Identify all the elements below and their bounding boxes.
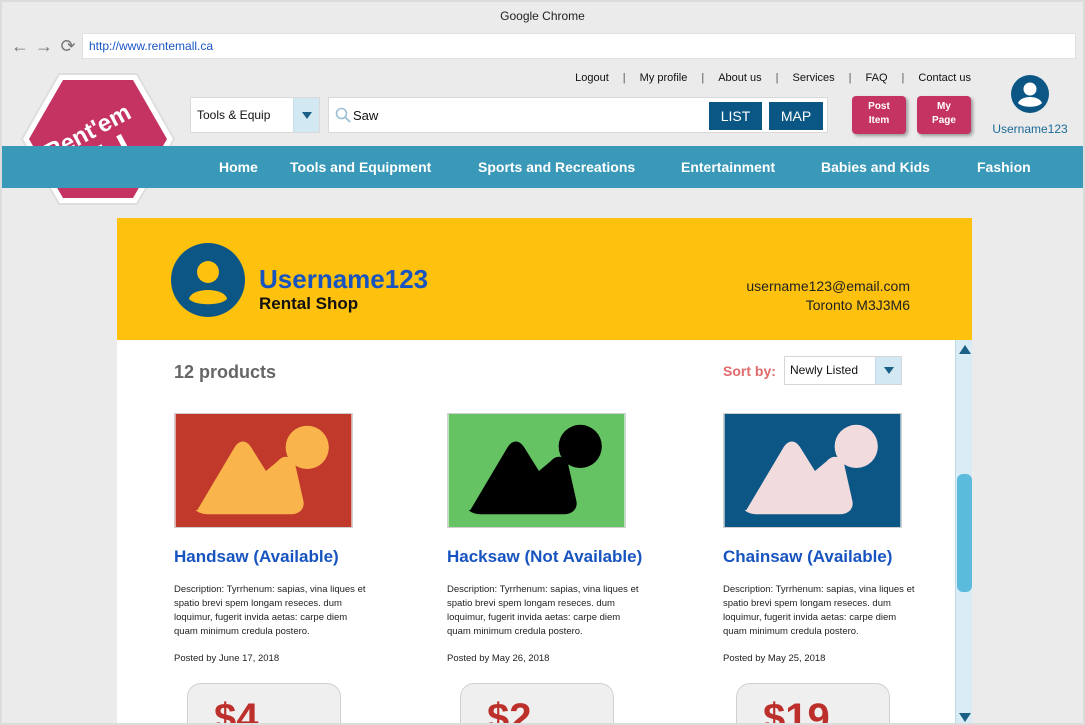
- separator: |: [622, 72, 626, 84]
- image-placeholder-icon[interactable]: [447, 413, 626, 528]
- top-links: Logout | My profile | About us | Service…: [575, 72, 971, 84]
- contact-us-link[interactable]: Contact us: [918, 72, 971, 84]
- forward-arrow-icon[interactable]: →: [34, 36, 54, 56]
- shop-panel: Username123 Rental Shop username123@emai…: [117, 218, 972, 723]
- shop-type: Rental Shop: [259, 294, 359, 313]
- scroll-down-arrow-icon[interactable]: [957, 710, 972, 723]
- window-title: Google Chrome: [500, 9, 585, 23]
- sort-value: Newly Listed: [790, 363, 859, 377]
- user-avatar-icon: [1011, 75, 1049, 113]
- product-card[interactable]: Hacksaw (Not Available) Description: Tyr…: [447, 413, 707, 723]
- my-page-button[interactable]: My Page: [917, 96, 971, 134]
- username-label: Username123: [992, 122, 1068, 136]
- post-item-label-line2: Item: [868, 115, 890, 126]
- chevron-down-icon[interactable]: [293, 98, 319, 132]
- main-nav: Home Tools and Equipment Sports and Recr…: [2, 146, 1083, 188]
- nav-babies-and-kids[interactable]: Babies and Kids: [821, 146, 930, 188]
- separator: |: [701, 72, 705, 84]
- browser-nav-buttons: ← → ⟳: [10, 36, 78, 56]
- product-description: Description: Tyrrhenum: sapias, vina liq…: [723, 584, 915, 637]
- sort-select[interactable]: Newly Listed: [784, 356, 902, 385]
- profile-header: Username123 Rental Shop username123@emai…: [117, 218, 972, 340]
- sort-label: Sort by:: [723, 363, 776, 379]
- map-view-button[interactable]: MAP: [769, 102, 823, 130]
- shop-avatar-icon: [171, 243, 245, 317]
- address-bar[interactable]: http://www.rentemall.ca: [82, 33, 1076, 59]
- product-posted-date: Posted by June 17, 2018: [174, 653, 280, 664]
- product-title[interactable]: Hacksaw (Not Available): [447, 547, 642, 567]
- category-select[interactable]: Tools & Equip: [190, 97, 320, 133]
- search-input[interactable]: [353, 103, 703, 127]
- user-menu[interactable]: Username123: [992, 75, 1068, 136]
- image-placeholder-icon[interactable]: [174, 413, 353, 528]
- content-scrollbar[interactable]: [955, 340, 972, 723]
- nav-home[interactable]: Home: [219, 146, 258, 188]
- about-us-link[interactable]: About us: [718, 72, 761, 84]
- separator: |: [775, 72, 779, 84]
- product-card[interactable]: Chainsaw (Available) Description: Tyrrhe…: [723, 413, 972, 723]
- post-item-label-line1: Post: [868, 101, 890, 112]
- product-price: $2: [460, 683, 614, 723]
- chevron-down-icon[interactable]: [875, 357, 901, 384]
- services-link[interactable]: Services: [792, 72, 834, 84]
- product-card[interactable]: Handsaw (Available) Description: Tyrrhen…: [174, 413, 434, 723]
- list-view-button[interactable]: LIST: [709, 102, 762, 130]
- separator: |: [901, 72, 905, 84]
- faq-link[interactable]: FAQ: [866, 72, 888, 84]
- scrollbar-thumb[interactable]: [957, 474, 972, 592]
- product-posted-date: Posted by May 25, 2018: [723, 653, 826, 664]
- scroll-up-arrow-icon[interactable]: [957, 342, 972, 357]
- product-posted-date: Posted by May 26, 2018: [447, 653, 550, 664]
- product-count: 12 products: [174, 362, 277, 382]
- post-item-button[interactable]: Post Item: [852, 96, 906, 134]
- shop-location: Toronto M3J3M6: [805, 297, 910, 313]
- category-value: Tools & Equip: [197, 108, 271, 122]
- shop-name: Username123: [259, 264, 429, 294]
- product-title[interactable]: Handsaw (Available): [174, 547, 339, 567]
- browser-window: Google Chrome ← → ⟳ http://www.rentemall…: [0, 0, 1085, 725]
- search-bar: LIST MAP: [328, 97, 828, 133]
- back-arrow-icon[interactable]: ←: [10, 36, 30, 56]
- nav-entertainment[interactable]: Entertainment: [681, 146, 775, 188]
- product-title[interactable]: Chainsaw (Available): [723, 547, 892, 567]
- separator: |: [848, 72, 852, 84]
- product-price: $19: [736, 683, 890, 723]
- nav-sports-and-recreations[interactable]: Sports and Recreations: [478, 146, 635, 188]
- image-placeholder-icon[interactable]: [723, 413, 902, 528]
- my-profile-link[interactable]: My profile: [640, 72, 688, 84]
- product-description: Description: Tyrrhenum: sapias, vina liq…: [447, 584, 639, 637]
- product-price: $4: [187, 683, 341, 723]
- my-page-label-line1: My: [937, 101, 951, 112]
- product-description: Description: Tyrrhenum: sapias, vina liq…: [174, 584, 366, 637]
- logout-link[interactable]: Logout: [575, 72, 609, 84]
- shop-email[interactable]: username123@email.com: [746, 278, 910, 294]
- reload-icon[interactable]: ⟳: [58, 36, 78, 56]
- search-icon: [335, 107, 351, 123]
- my-page-label-line2: Page: [932, 115, 956, 126]
- nav-fashion[interactable]: Fashion: [977, 146, 1031, 188]
- nav-tools-and-equipment[interactable]: Tools and Equipment: [290, 146, 431, 188]
